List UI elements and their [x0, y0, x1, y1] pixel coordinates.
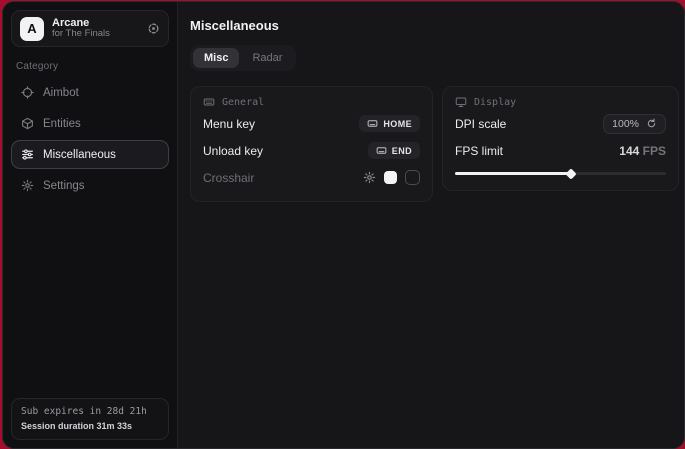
- sidebar: A Arcane for The Finals Category: [3, 2, 178, 448]
- sync-icon[interactable]: [147, 22, 160, 35]
- fps-limit-label: FPS limit: [455, 144, 503, 158]
- general-card-title: General: [222, 97, 264, 108]
- crosshair-controls: [363, 170, 420, 185]
- crosshair-icon: [21, 86, 34, 99]
- sidebar-item-settings[interactable]: Settings: [11, 171, 169, 200]
- gear-icon[interactable]: [363, 171, 376, 184]
- unload-key-label: Unload key: [203, 144, 263, 158]
- keyboard-icon: [376, 145, 387, 156]
- crosshair-checkbox[interactable]: [405, 170, 420, 185]
- cycle-icon: [646, 118, 657, 129]
- general-card-header: General: [203, 96, 420, 108]
- sidebar-nav: Aimbot Entities Miscella: [11, 78, 169, 200]
- dpi-scale-value: 100%: [612, 118, 639, 130]
- sidebar-item-label: Aimbot: [43, 87, 79, 99]
- sidebar-item-label: Settings: [43, 180, 85, 192]
- brand-card: A Arcane for The Finals: [11, 10, 169, 47]
- avatar: A: [20, 17, 44, 41]
- fps-slider-fill: [455, 172, 571, 175]
- menu-key-label: Menu key: [203, 117, 255, 131]
- dpi-scale-label: DPI scale: [455, 117, 506, 131]
- fps-limit-row: FPS limit 144 FPS: [455, 139, 666, 162]
- page-title: Miscellaneous: [190, 18, 679, 33]
- brand-text: Arcane for The Finals: [52, 17, 139, 41]
- tab-misc[interactable]: Misc: [193, 48, 239, 68]
- subscription-info-box: Sub expires in 28d 21h Session duration …: [11, 398, 169, 440]
- unload-key-value: END: [392, 146, 412, 156]
- menu-key-row: Menu key HOME: [203, 112, 420, 135]
- dpi-scale-selector[interactable]: 100%: [603, 114, 666, 134]
- unload-key-row: Unload key END: [203, 139, 420, 162]
- display-card-title: Display: [474, 97, 516, 108]
- keyboard-icon: [203, 96, 215, 108]
- crosshair-label: Crosshair: [203, 171, 254, 185]
- entities-icon: [21, 117, 34, 130]
- sidebar-item-label: Miscellaneous: [43, 149, 116, 161]
- sub-expires-text: Sub expires in 28d 21h: [21, 405, 159, 419]
- app-window: A Arcane for The Finals Category: [2, 1, 685, 449]
- fps-limit-slider[interactable]: [455, 169, 666, 178]
- fps-number: 144: [619, 144, 639, 158]
- sidebar-item-label: Entities: [43, 118, 81, 130]
- sliders-icon: [21, 148, 34, 161]
- sidebar-item-aimbot[interactable]: Aimbot: [11, 78, 169, 107]
- crosshair-row: Crosshair: [203, 166, 420, 189]
- cards-row: General Menu key HOME Unload key: [190, 86, 679, 202]
- gear-icon: [21, 179, 34, 192]
- display-card: Display DPI scale 100% FPS limit: [442, 86, 679, 191]
- tab-bar: Misc Radar: [190, 45, 296, 71]
- fps-limit-value: 144 FPS: [619, 144, 666, 158]
- tab-radar[interactable]: Radar: [241, 48, 293, 68]
- category-label: Category: [16, 61, 169, 72]
- general-card: General Menu key HOME Unload key: [190, 86, 433, 202]
- session-duration-text: Session duration 31m 33s: [21, 420, 159, 434]
- fps-unit: FPS: [643, 144, 666, 158]
- monitor-icon: [455, 96, 467, 108]
- sidebar-item-entities[interactable]: Entities: [11, 109, 169, 138]
- unload-key-button[interactable]: END: [368, 142, 420, 159]
- menu-key-button[interactable]: HOME: [359, 115, 420, 132]
- crosshair-color-swatch[interactable]: [384, 171, 397, 184]
- brand-subtitle: for The Finals: [52, 29, 139, 40]
- sidebar-item-miscellaneous[interactable]: Miscellaneous: [11, 140, 169, 169]
- fps-slider-thumb[interactable]: [565, 168, 576, 179]
- menu-key-value: HOME: [383, 119, 412, 129]
- display-card-header: Display: [455, 96, 666, 108]
- main-panel: Miscellaneous Misc Radar General Menu ke…: [178, 2, 685, 448]
- dpi-scale-row: DPI scale 100%: [455, 112, 666, 135]
- keyboard-icon: [367, 118, 378, 129]
